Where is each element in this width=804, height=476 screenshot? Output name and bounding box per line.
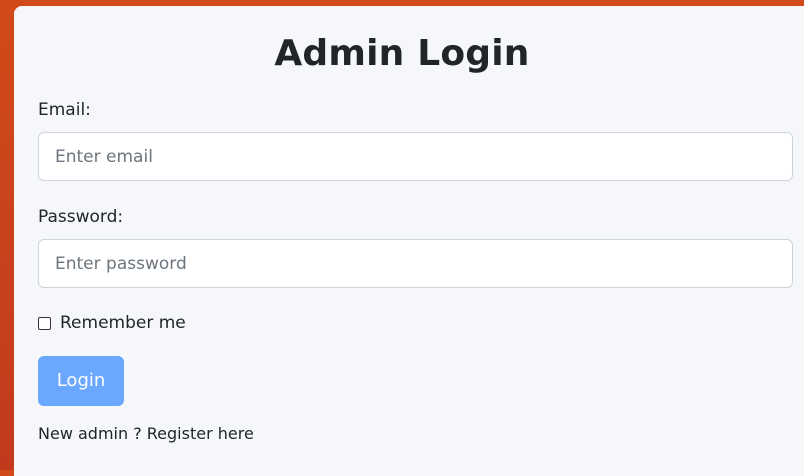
email-input[interactable] — [38, 132, 793, 181]
register-prefix: New admin ? — [38, 424, 147, 443]
remember-me-checkbox[interactable] — [38, 316, 51, 330]
login-button[interactable]: Login — [38, 356, 124, 406]
register-prompt: New admin ? Register here — [38, 424, 254, 444]
register-link[interactable]: Register here — [147, 424, 254, 443]
page-title: Admin Login — [274, 33, 530, 74]
email-label: Email: — [38, 100, 91, 120]
password-input[interactable] — [38, 239, 793, 288]
remember-me-row[interactable]: Remember me — [38, 313, 186, 333]
password-label: Password: — [38, 207, 124, 227]
remember-me-label: Remember me — [60, 313, 186, 333]
